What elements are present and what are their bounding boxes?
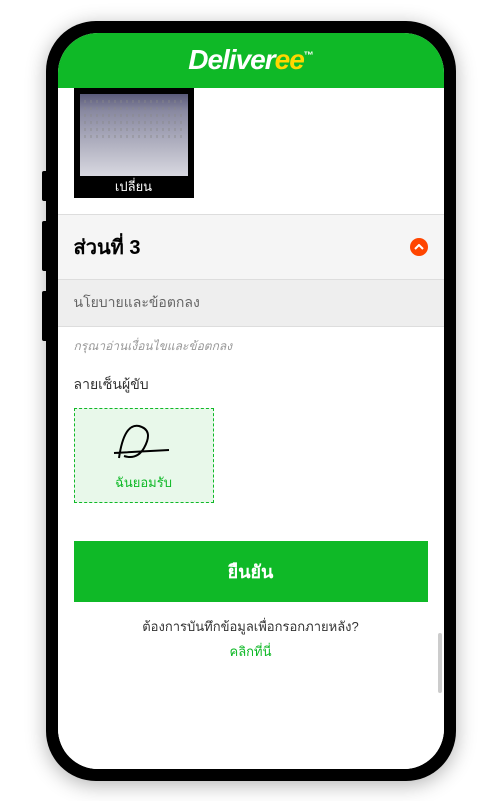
logo-tm: ™	[304, 51, 313, 62]
signature-drawing	[109, 418, 179, 468]
save-question: ต้องการบันทึกข้อมูลเพื่อกรอกภายหลัง?	[142, 619, 359, 634]
content-scroll[interactable]: เปลี่ยน ส่วนที่ 3 นโยบายและข้อตกลง กรุณา…	[58, 88, 444, 769]
phone-side-buttons	[42, 171, 46, 361]
signature-accept-label: ฉันยอมรับ	[115, 472, 172, 493]
click-here-link[interactable]: คลิกที่นี่	[90, 641, 412, 662]
submit-section: ยืนยัน ต้องการบันทึกข้อมูลเพื่อกรอกภายหล…	[58, 511, 444, 692]
signature-label: ลายเซ็นผู้ขับ	[58, 366, 444, 400]
photo-section: เปลี่ยน	[58, 88, 444, 214]
photo-thumbnail[interactable]: เปลี่ยน	[74, 88, 194, 198]
save-note: ต้องการบันทึกข้อมูลเพื่อกรอกภายหลัง? คลิ…	[74, 602, 428, 676]
logo-text-yellow: ee	[275, 44, 304, 75]
section-3-title: ส่วนที่ 3	[74, 231, 141, 263]
photo-change-label[interactable]: เปลี่ยน	[74, 176, 194, 198]
app-header: Deliveree™	[58, 33, 444, 88]
submit-button[interactable]: ยืนยัน	[74, 541, 428, 602]
signature-box[interactable]: ฉันยอมรับ	[74, 408, 214, 503]
photo-preview	[80, 94, 188, 176]
policy-header: นโยบายและข้อตกลง	[58, 280, 444, 327]
deliveree-logo: Deliveree™	[188, 44, 313, 76]
phone-frame: Deliveree™ เปลี่ยน ส่วนที	[46, 21, 456, 781]
section-3-header[interactable]: ส่วนที่ 3	[58, 214, 444, 280]
chevron-up-icon[interactable]	[410, 238, 428, 256]
phone-screen: Deliveree™ เปลี่ยน ส่วนที	[58, 33, 444, 769]
scrollbar-indicator	[438, 633, 442, 693]
policy-note: กรุณาอ่านเงื่อนไขและข้อตกลง	[58, 327, 444, 366]
logo-text-white: Deliver	[188, 44, 274, 75]
